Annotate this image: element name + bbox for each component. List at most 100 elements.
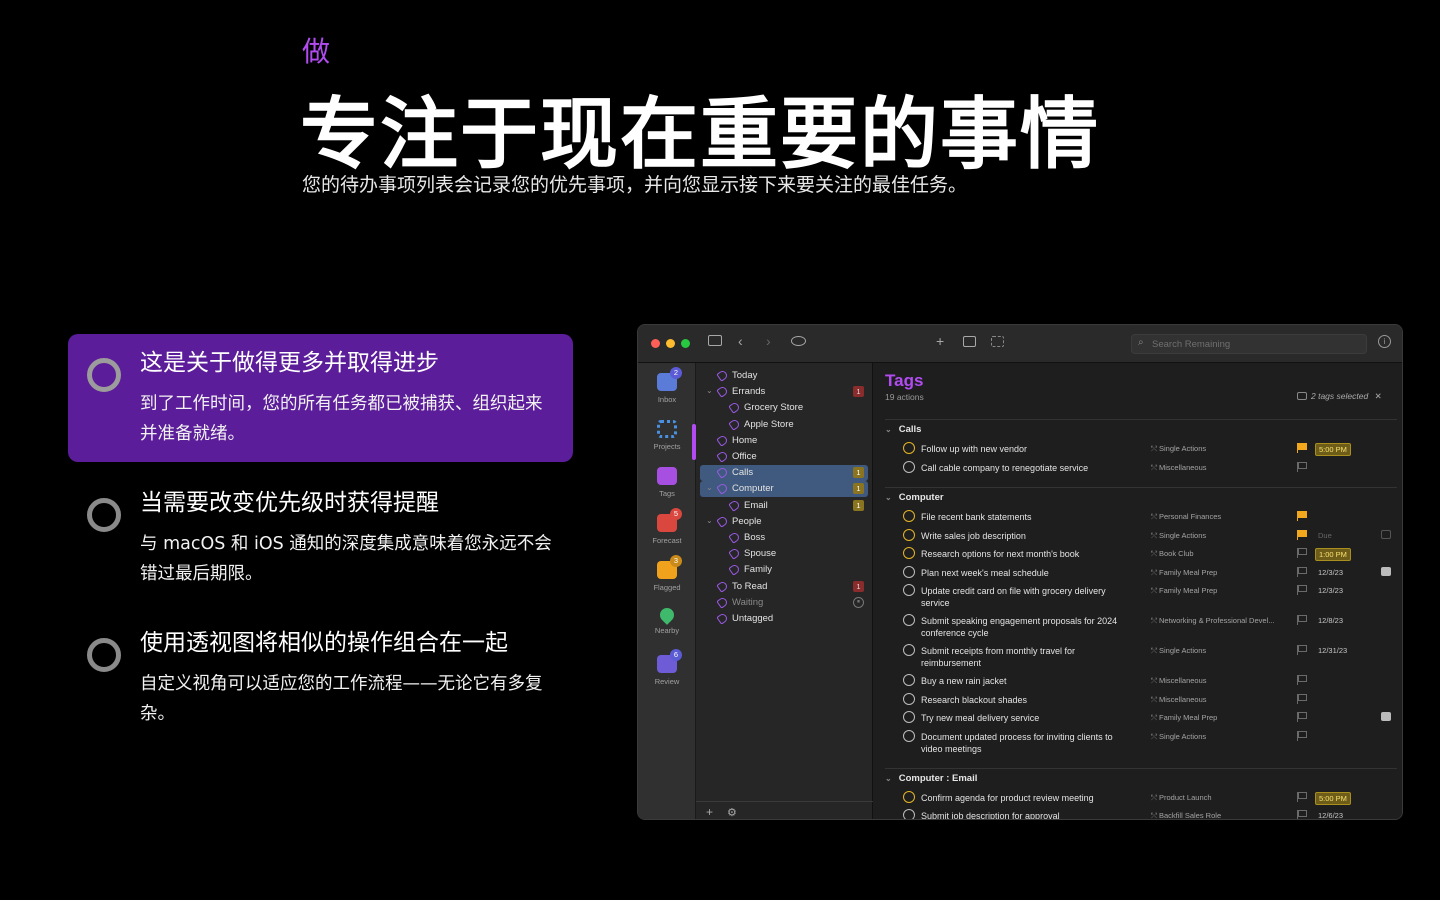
task-status-circle[interactable]: [903, 510, 915, 522]
task-row[interactable]: Submit speaking engagement proposals for…: [903, 614, 1393, 638]
flag-icon[interactable]: [1297, 791, 1307, 802]
focus-icon[interactable]: [991, 336, 1004, 347]
zoom-window-button[interactable]: [681, 339, 690, 348]
forward-icon[interactable]: ›: [766, 333, 771, 349]
task-row[interactable]: Call cable company to renegotiate servic…: [903, 460, 1393, 473]
flag-icon[interactable]: [1297, 511, 1307, 521]
task-status-circle[interactable]: [903, 614, 915, 626]
group-header[interactable]: ⌄ Calls: [885, 419, 1397, 435]
outline-tag-apple-store[interactable]: Apple Store: [700, 417, 868, 433]
flag-icon[interactable]: [1297, 548, 1307, 558]
outline-tag-family[interactable]: Family: [700, 562, 868, 578]
outline-tag-home[interactable]: Home: [700, 433, 868, 449]
disclosure-chevron-icon[interactable]: ⌄: [706, 516, 713, 525]
task-row[interactable]: Submit receipts from monthly travel for …: [903, 644, 1393, 668]
flag-icon[interactable]: [1297, 443, 1307, 453]
task-status-circle[interactable]: [903, 711, 915, 723]
note-icon[interactable]: [1381, 529, 1391, 539]
inbox-capture-icon[interactable]: [963, 336, 976, 347]
outline-tag-waiting[interactable]: Waiting ⏸: [700, 595, 868, 611]
flag-icon[interactable]: [1297, 529, 1307, 540]
settings-gear-icon[interactable]: ⚙: [727, 806, 737, 819]
task-status-circle[interactable]: [903, 528, 915, 541]
flag-icon[interactable]: [1297, 645, 1307, 655]
note-icon[interactable]: [1381, 566, 1391, 576]
disclosure-chevron-icon[interactable]: ⌄: [706, 386, 713, 395]
outline-tag-office[interactable]: Office: [700, 449, 868, 465]
task-status-circle[interactable]: [903, 692, 915, 705]
disclosure-chevron-icon[interactable]: ⌄: [706, 483, 713, 492]
tag-selection-indicator[interactable]: 2 tags selected ✕: [1297, 391, 1382, 402]
outline-tag-grocery-store[interactable]: Grocery Store: [700, 400, 868, 416]
task-row[interactable]: Confirm agenda for product review meetin…: [903, 790, 1393, 805]
add-tag-button[interactable]: +: [706, 805, 713, 819]
task-row[interactable]: Try new meal delivery service ⤲ Family Mea…: [903, 711, 1393, 723]
task-status-circle[interactable]: [903, 729, 915, 742]
rail-item-tags[interactable]: Tags: [638, 467, 696, 498]
group-header[interactable]: ⌄ Computer: [885, 487, 1397, 503]
flag-icon[interactable]: [1297, 810, 1307, 819]
outline-tag-email[interactable]: Email 1: [700, 498, 868, 514]
group-header[interactable]: ⌄ Computer : Email: [885, 767, 1397, 784]
rail-item-forecast[interactable]: 5 Forecast: [638, 508, 696, 545]
group-chevron-icon[interactable]: ⌄: [885, 425, 892, 434]
rail-item-inbox[interactable]: 2 Inbox: [638, 367, 696, 404]
task-status-circle[interactable]: [903, 460, 915, 473]
task-status-circle[interactable]: [903, 584, 915, 596]
outline-tag-today[interactable]: Today: [700, 368, 868, 384]
outline-tag-people[interactable]: ⌄ People: [700, 514, 868, 530]
search-field[interactable]: ⌕ Search Remaining: [1131, 334, 1367, 354]
task-status-circle[interactable]: [903, 442, 915, 454]
note-icon[interactable]: [1381, 712, 1391, 721]
task-status-circle[interactable]: [903, 547, 915, 559]
flag-icon[interactable]: [1297, 615, 1307, 625]
rail-item-flagged[interactable]: 3 Flagged: [638, 555, 696, 592]
group-chevron-icon[interactable]: ⌄: [885, 774, 892, 783]
task-row[interactable]: Write sales job description ⤲ Single Actio…: [903, 528, 1393, 541]
flag-icon[interactable]: [1297, 712, 1307, 722]
task-row[interactable]: Update credit card on file with grocery …: [903, 584, 1393, 608]
outline-tag-spouse[interactable]: Spouse: [700, 546, 868, 562]
close-window-button[interactable]: [651, 339, 660, 348]
feature-card[interactable]: 使用透视图将相似的操作组合在一起 自定义视角可以适应您的工作流程——无论它有多复杂…: [68, 614, 573, 742]
feature-card[interactable]: 这是关于做得更多并取得进步 到了工作时间，您的所有任务都已被捕获、组织起来并准备就…: [68, 334, 573, 462]
info-icon[interactable]: i: [1378, 335, 1391, 348]
task-row[interactable]: Document updated process for inviting cl…: [903, 729, 1393, 754]
task-status-circle[interactable]: [903, 809, 915, 819]
outline-tag-computer[interactable]: ⌄ Computer 1: [700, 481, 868, 498]
task-row[interactable]: Submit job description for approval ⤲ Back…: [903, 809, 1393, 819]
task-name: Buy a new rain jacket: [921, 676, 1007, 686]
task-status-circle[interactable]: [903, 790, 915, 803]
task-row[interactable]: Research blackout shades ⤲ Miscellaneous: [903, 692, 1393, 705]
rail-item-review[interactable]: 6 Review: [638, 649, 696, 686]
task-row[interactable]: Follow up with new vendor ⤲ Single Actions…: [903, 442, 1393, 456]
back-icon[interactable]: ‹: [738, 333, 743, 349]
task-row[interactable]: Plan next week's meal schedule ⤲ Family Me…: [903, 565, 1393, 578]
plus-icon[interactable]: +: [936, 333, 944, 349]
task-row[interactable]: Buy a new rain jacket ⤲ Miscellaneous: [903, 674, 1393, 686]
task-status-circle[interactable]: [903, 565, 915, 578]
flag-icon[interactable]: [1297, 730, 1307, 741]
outline-tag-errands[interactable]: ⌄ Errands 1: [700, 384, 868, 400]
flag-icon[interactable]: [1297, 585, 1307, 595]
task-status-circle[interactable]: [903, 674, 915, 686]
rail-item-projects[interactable]: Projects: [638, 420, 696, 451]
rail-item-nearby[interactable]: Nearby: [638, 605, 696, 635]
task-row[interactable]: Research options for next month's book ⤲ B…: [903, 547, 1393, 561]
minimize-window-button[interactable]: [666, 339, 675, 348]
task-status-circle[interactable]: [903, 644, 915, 656]
flag-icon[interactable]: [1297, 675, 1307, 685]
sidebar-icon[interactable]: [708, 335, 722, 346]
feature-card[interactable]: 当需要改变优先级时获得提醒与 macOS 和 iOS 通知的深度集成意味着您永远…: [68, 474, 573, 602]
flag-icon[interactable]: [1297, 693, 1307, 704]
outline-tag-calls[interactable]: Calls 1: [700, 465, 868, 482]
outline-tag-boss[interactable]: Boss: [700, 530, 868, 546]
group-chevron-icon[interactable]: ⌄: [885, 493, 892, 502]
flag-icon[interactable]: [1297, 566, 1307, 577]
flag-icon[interactable]: [1297, 461, 1307, 472]
clear-selection-icon[interactable]: ✕: [1375, 391, 1382, 401]
outline-tag-untagged[interactable]: Untagged: [700, 611, 868, 627]
outline-tag-to-read[interactable]: To Read 1: [700, 579, 868, 595]
task-row[interactable]: File recent bank statements ⤲ Personal Fin…: [903, 510, 1393, 522]
eye-icon[interactable]: [791, 336, 806, 346]
